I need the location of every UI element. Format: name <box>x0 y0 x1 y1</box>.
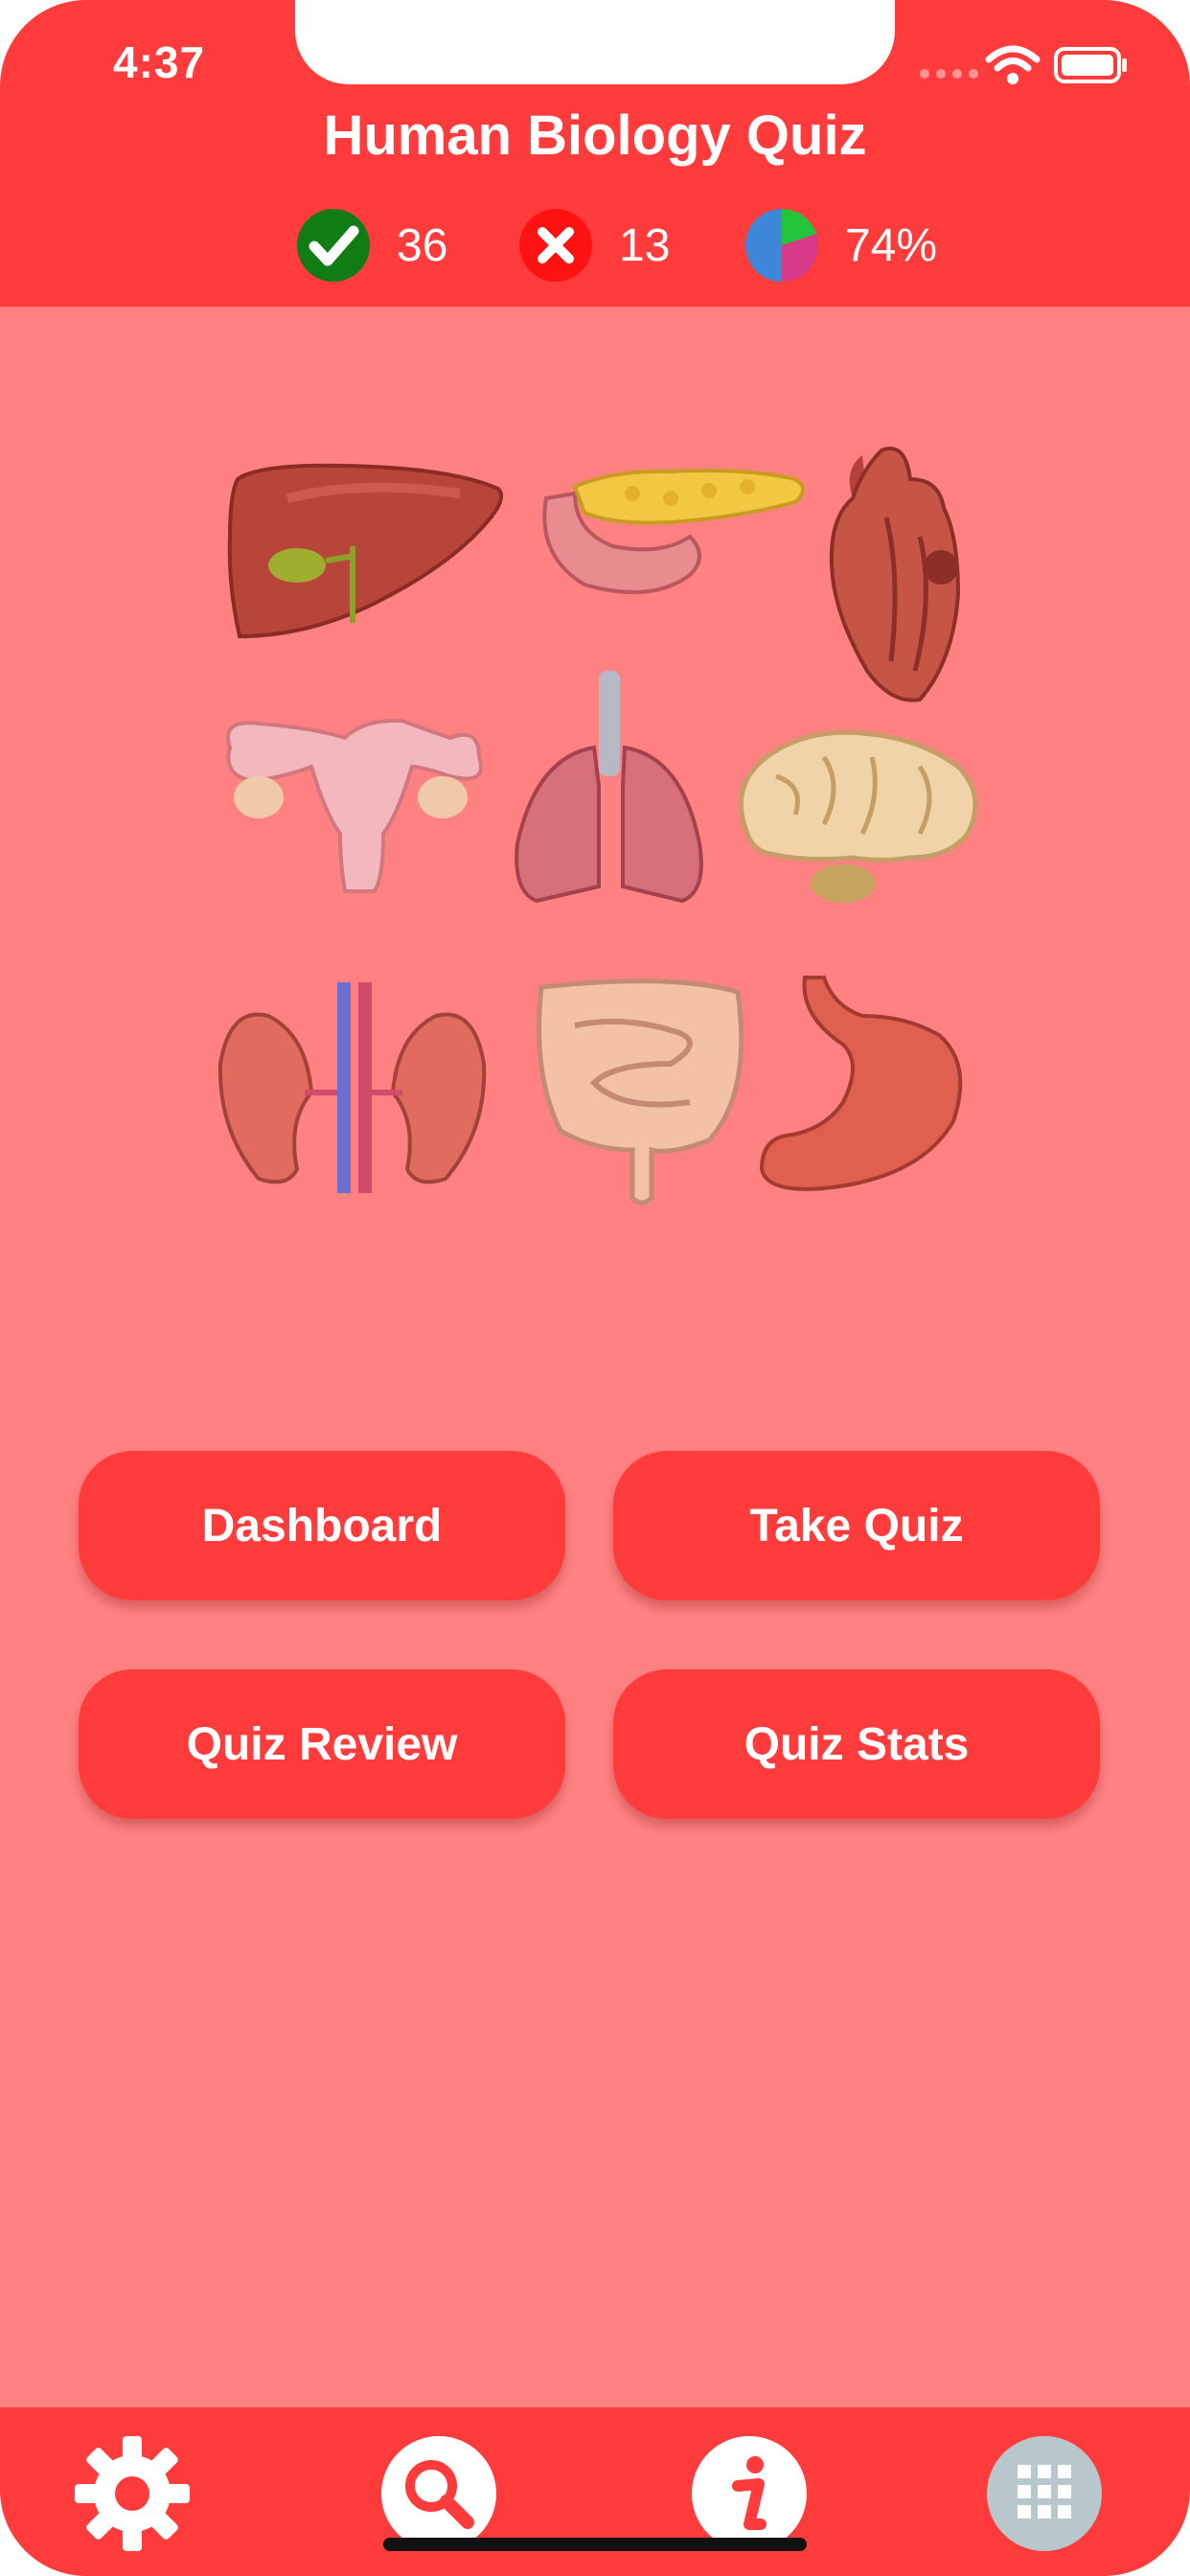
info-icon[interactable] <box>692 2436 807 2551</box>
stomach-icon <box>759 976 963 1191</box>
liver-icon <box>227 463 503 639</box>
quiz-review-button[interactable]: Quiz Review <box>79 1669 565 1819</box>
app-screen: 4:37 Human Biology Quiz 36 13 74% Dashbo… <box>0 0 1190 2576</box>
brain-icon <box>738 729 978 903</box>
heart-icon <box>829 447 961 702</box>
search-icon[interactable] <box>381 2436 496 2551</box>
dashboard-button[interactable]: Dashboard <box>79 1451 565 1600</box>
grid-icon[interactable] <box>987 2436 1102 2551</box>
lungs-icon <box>515 671 703 904</box>
intestines-icon <box>537 978 744 1206</box>
home-indicator <box>383 2538 807 2551</box>
pancreas-icon <box>542 469 805 594</box>
organ-illustrations <box>217 447 978 1206</box>
gear-icon[interactable] <box>75 2436 190 2551</box>
quiz-stats-button[interactable]: Quiz Stats <box>613 1669 1100 1819</box>
take-quiz-button[interactable]: Take Quiz <box>613 1451 1100 1600</box>
kidneys-icon <box>217 982 487 1193</box>
uterus-icon <box>226 718 483 893</box>
